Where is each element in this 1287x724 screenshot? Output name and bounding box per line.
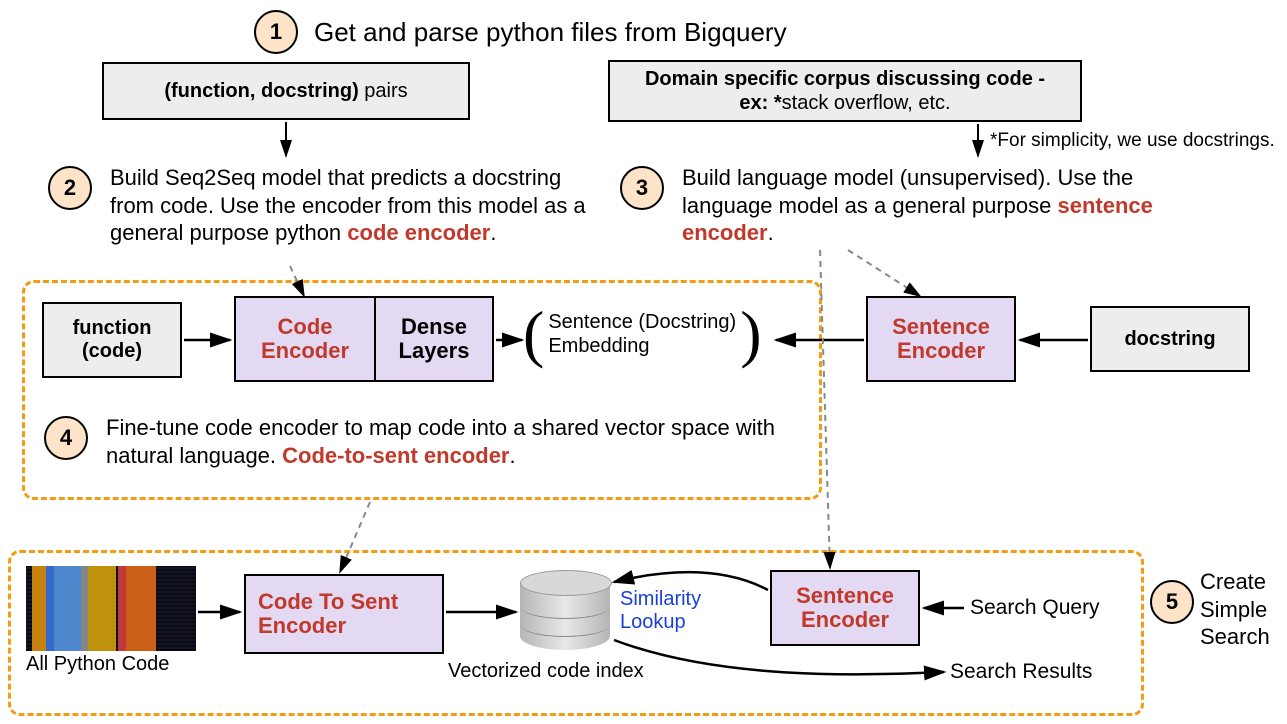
code-encoder-box: Code Encoder [234,296,374,382]
dense-layers-box: Dense Layers [374,296,494,382]
step-4-text: Fine-tune code encoder to map code into … [106,414,784,469]
corpus-footnote: *For simplicity, we use docstrings. [990,130,1275,152]
docstring-box: docstring [1090,306,1250,372]
step-1-badge: 1 [254,10,298,54]
step-5-badge: 5 [1150,580,1194,624]
sentence-encoder-box: Sentence Encoder [866,296,1016,382]
code-thumbnail-icon [26,566,196,651]
sentence-encoder-box-2: Sentence Encoder [770,570,920,646]
function-code-box: function (code) [42,302,182,378]
database-cylinder-icon [520,570,610,650]
step-1-title: Get and parse python files from Bigquery [314,17,787,48]
open-bracket-icon: ( [523,308,544,359]
search-query-label: Search Query [970,596,1100,620]
close-bracket-icon: ) [740,308,761,359]
step-3-badge: 3 [620,166,664,210]
corpus-box: Domain specific corpus discussing code -… [608,60,1082,122]
all-python-code-label: All Python Code [26,653,196,676]
code-to-sent-encoder-box: Code To Sent Encoder [244,574,444,654]
step-4-badge: 4 [44,416,88,460]
sentence-embedding-label: Sentence (Docstring) Embedding [544,310,740,358]
step-5-text: Create Simple Search [1200,568,1270,651]
step-2-text: Build Seq2Seq model that predicts a docs… [110,164,608,247]
similarity-lookup-label: Similarity Lookup [620,588,701,634]
step-2-badge: 2 [48,166,92,210]
search-results-label: Search Results [950,660,1092,684]
vectorized-index-label: Vectorized code index [448,660,644,683]
step-3-text: Build language model (unsupervised). Use… [682,164,1180,247]
pairs-box: (function, docstring) pairs [102,62,470,120]
